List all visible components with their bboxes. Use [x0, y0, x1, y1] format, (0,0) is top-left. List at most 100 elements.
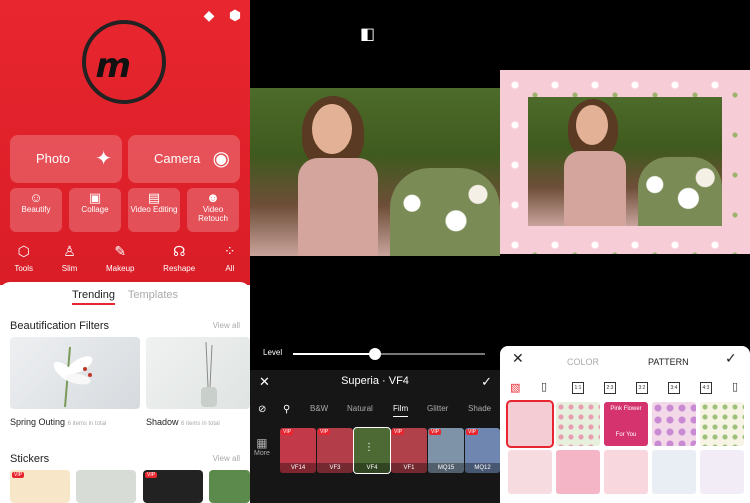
filter-editor-screen: ◧ Level ✕ Superia · VF4 ✓ ⊘ ⚲ B&W Natura…	[250, 0, 500, 503]
filter-tile[interactable]: VIP VF1	[391, 428, 427, 473]
tab-templates[interactable]: Templates	[128, 289, 178, 301]
framed-photo	[528, 97, 722, 226]
sticker-pack-2[interactable]	[76, 470, 136, 503]
image-icon[interactable]: ▧	[510, 381, 520, 394]
section-title-stickers: Stickers	[10, 453, 50, 465]
card-caption-spring-outing: Spring Outing 6 items in total	[10, 417, 106, 427]
person-icon: ♙	[63, 243, 76, 259]
level-slider-fill	[293, 353, 374, 355]
tool-slim[interactable]: ♙ Slim	[62, 243, 78, 273]
level-slider-knob[interactable]	[369, 348, 381, 360]
filter-tile[interactable]: VIP MQ15	[428, 428, 464, 473]
compare-icon[interactable]: ◧	[360, 24, 375, 44]
vip-badge: VIP	[281, 429, 294, 435]
pattern-swatch[interactable]	[652, 450, 696, 494]
vip-badge: VIP	[429, 429, 442, 435]
adjust-icon: ⋮	[364, 442, 374, 453]
category-glitter[interactable]: Glitter	[427, 404, 448, 413]
photo-face	[576, 105, 608, 145]
photo-dress	[298, 158, 378, 256]
more-label: More	[254, 450, 270, 457]
pattern-swatch[interactable]	[700, 402, 744, 446]
category-shade[interactable]: Shade	[468, 404, 491, 413]
sticker-pack-3[interactable]: VIP	[143, 470, 203, 503]
pattern-swatch[interactable]	[556, 402, 600, 446]
portrait-icon[interactable]: ▯	[732, 380, 738, 393]
tool-slim-label: Slim	[61, 264, 78, 273]
filter-card-spring-outing[interactable]	[10, 337, 140, 409]
tool-tools[interactable]: ⬡ Tools	[14, 243, 33, 273]
ratio-2-3[interactable]: 2:3	[604, 382, 616, 394]
filter-tile-label: VF4	[354, 463, 390, 473]
video-editing-button[interactable]: ▤ Video Editing	[128, 188, 180, 232]
card-caption-shadow: Shadow 6 items in total	[146, 417, 220, 427]
video-edit-icon: ▤	[147, 190, 161, 205]
ratio-3-4[interactable]: 3:4	[668, 382, 680, 394]
frame-editor-screen: ✕ COLOR PATTERN ✓ ▧ ▯ 1:1 2:3 3:2 3:4 4:…	[500, 0, 750, 503]
settings-gear-icon[interactable]: ⬢	[226, 6, 244, 24]
filter-tile-selected[interactable]: ⋮ VF4	[353, 427, 391, 474]
edited-photo	[250, 88, 500, 256]
tab-pattern[interactable]: PATTERN	[648, 357, 689, 367]
filter-title: Superia · VF4	[341, 375, 409, 387]
lily-flower-image	[53, 346, 93, 408]
tablet-icon[interactable]: ▯	[541, 380, 547, 393]
category-natural[interactable]: Natural	[347, 404, 373, 413]
tool-makeup[interactable]: ✎ Makeup	[106, 243, 134, 273]
collage-button[interactable]: ▣ Collage	[69, 188, 121, 232]
pattern-swatch[interactable]	[604, 450, 648, 494]
filter-categories: ⊘ ⚲ B&W Natural Film Glitter Shade	[250, 404, 500, 418]
category-bw[interactable]: B&W	[310, 404, 328, 413]
card-meta-spring-outing: 6 items in total	[67, 421, 107, 427]
photo-button-label: Photo	[36, 151, 70, 166]
vip-badge: VIP	[145, 472, 158, 478]
tool-reshape[interactable]: ☊ Reshape	[163, 243, 195, 273]
pattern-swatch-selected[interactable]	[506, 400, 554, 448]
sticker-pack-1[interactable]: VIP	[10, 470, 70, 503]
home-screen: m ◆ ⬢ Photo ✦ Camera ◉ ☺ Beautify ▣ Collag…	[0, 0, 250, 503]
sticker-pack-4[interactable]	[209, 470, 250, 503]
close-icon[interactable]: ✕	[512, 350, 524, 367]
ratio-1-1[interactable]: 1:1	[572, 382, 584, 394]
pattern-swatch[interactable]	[700, 450, 744, 494]
tab-color[interactable]: COLOR	[567, 357, 599, 367]
photo-button[interactable]: Photo ✦	[10, 135, 122, 183]
filter-tile-label: MQ12	[465, 463, 500, 473]
photo-face	[312, 104, 352, 154]
view-all-filters-link[interactable]: View all	[213, 321, 240, 330]
ratio-4-3[interactable]: 4:3	[700, 382, 712, 394]
no-filter-icon[interactable]: ⊘	[258, 404, 266, 415]
filter-tile[interactable]: VIP VF3	[317, 428, 353, 473]
video-retouch-button[interactable]: ☻ Video Retouch	[187, 188, 239, 232]
category-film[interactable]: Film	[393, 404, 409, 417]
more-filters-button[interactable]: ▦ More	[254, 436, 270, 457]
level-slider[interactable]	[293, 348, 485, 360]
pattern-swatch[interactable]	[508, 450, 552, 494]
search-icon[interactable]: ⚲	[283, 404, 290, 415]
vip-diamond-icon[interactable]: ◆	[200, 6, 218, 24]
filter-card-shadow[interactable]	[146, 337, 250, 409]
video-editing-label: Video Editing	[130, 205, 178, 214]
pattern-swatch-pink-flower[interactable]: Pink Flower For You	[604, 402, 648, 446]
view-all-stickers-link[interactable]: View all	[213, 454, 240, 463]
confirm-check-icon[interactable]: ✓	[481, 374, 492, 390]
filter-tile[interactable]: VIP MQ12	[465, 428, 500, 473]
camera-button[interactable]: Camera ◉	[128, 135, 240, 183]
photo-dress	[564, 151, 626, 226]
tool-makeup-label: Makeup	[106, 264, 135, 273]
beautify-button[interactable]: ☺ Beautify	[10, 188, 62, 232]
tab-trending[interactable]: Trending	[71, 289, 115, 305]
pattern-subtext: For You	[615, 432, 637, 438]
filter-tile[interactable]: VIP VF14	[280, 428, 316, 473]
pattern-swatch[interactable]	[556, 450, 600, 494]
vip-badge: VIP	[392, 429, 405, 435]
confirm-check-icon[interactable]: ✓	[725, 350, 737, 367]
pattern-banner-text: Pink Flower	[610, 406, 642, 412]
ratio-3-2[interactable]: 3:2	[636, 382, 648, 394]
tool-all[interactable]: ⁘ All	[224, 243, 236, 273]
photo-flowers	[390, 168, 500, 256]
photo-flowers	[638, 157, 722, 226]
pattern-swatch[interactable]	[652, 402, 696, 446]
level-label: Level	[263, 348, 283, 357]
cube-icon: ⬡	[17, 243, 30, 259]
